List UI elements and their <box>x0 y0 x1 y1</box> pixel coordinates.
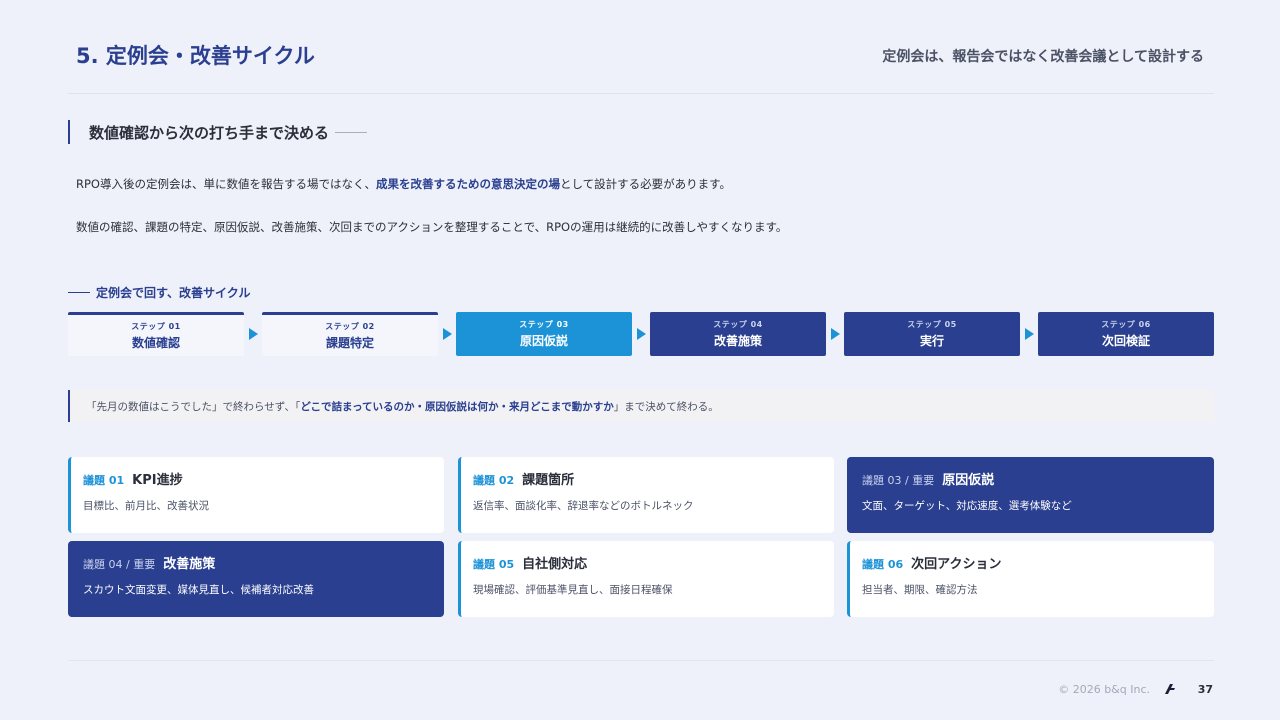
intro-p1-before: RPO導入後の定例会は、単に数値を報告する場ではなく、 <box>76 177 376 191</box>
copyright: © 2026 b&q Inc. <box>1058 683 1150 696</box>
agenda-tag: 議題 02 <box>473 474 515 487</box>
step-arrow-icon <box>443 328 452 340</box>
agenda-tag: 議題 04 / 重要 <box>83 558 156 571</box>
step-3: ステップ 03 原因仮説 <box>456 312 632 356</box>
step-1-name: 数値確認 <box>131 335 180 350</box>
agenda-card-2: 議題 02 課題箇所 返信率、面談化率、辞退率などのボトルネック <box>458 457 834 533</box>
key-note: 「先月の数値はこうでした」で終わらせず、「 どこで詰まっているのか・原因仮説は何か… <box>68 390 1214 422</box>
header: 5. 定例会・改善サイクル 定例会は、報告会ではなく改善会議として設計する <box>68 34 1214 94</box>
note-before: 「先月の数値はこうでした」で終わらせず、「 <box>86 400 301 413</box>
cycle-steps: ステップ 01 数値確認 ステップ 02 課題特定 ステップ 03 原因仮説 ス… <box>68 312 1214 356</box>
step-4-name: 改善施策 <box>713 334 762 348</box>
agenda-desc: スカウト文面変更、媒体見直し、候補者対応改善 <box>83 584 314 596</box>
step-1: ステップ 01 数値確認 <box>68 312 244 356</box>
intro-paragraph-2: 数値の確認、課題の特定、原因仮説、改善施策、次回までのアクションを整理することで… <box>76 220 788 234</box>
agenda-title: 自社側対応 <box>522 557 588 572</box>
page-number: 37 <box>1197 683 1213 696</box>
agenda-desc: 返信率、面談化率、辞退率などのボトルネック <box>473 500 694 512</box>
step-2: ステップ 02 課題特定 <box>262 312 438 356</box>
section-heading: 数値確認から次の打ち手まで決める <box>68 120 368 144</box>
agenda-title: 課題箇所 <box>522 473 575 488</box>
cycle-label-text: 定例会で回す、改善サイクル <box>96 286 251 300</box>
step-1-number: ステップ 01 <box>131 321 181 331</box>
step-3-name: 原因仮説 <box>519 334 568 348</box>
section-heading-rule <box>335 131 368 133</box>
agenda-card-5: 議題 05 自社側対応 現場確認、評価基準見直し、面接日程確保 <box>458 541 834 617</box>
page-subtitle: 定例会は、報告会ではなく改善会議として設計する <box>882 49 1204 65</box>
step-arrow-icon <box>1025 328 1034 340</box>
agenda-desc: 担当者、期限、確認方法 <box>862 584 978 596</box>
agenda-desc: 目標比、前月比、改善状況 <box>83 500 209 512</box>
step-6: ステップ 06 次回検証 <box>1038 312 1214 356</box>
agenda-card-6: 議題 06 次回アクション 担当者、期限、確認方法 <box>847 541 1214 617</box>
step-5-number: ステップ 05 <box>907 320 957 329</box>
agenda-title: KPI進捗 <box>132 473 183 488</box>
step-arrow-icon <box>637 328 646 340</box>
agenda-title: 改善施策 <box>163 557 216 572</box>
section-heading-text: 数値確認から次の打ち手まで決める <box>89 123 330 142</box>
step-5-name: 実行 <box>919 334 944 348</box>
agenda-tag: 議題 06 <box>862 558 904 571</box>
step-2-name: 課題特定 <box>325 335 374 350</box>
agenda-desc: 現場確認、評価基準見直し、面接日程確保 <box>473 584 673 596</box>
step-4-number: ステップ 04 <box>713 320 763 329</box>
page-title: 5. 定例会・改善サイクル <box>76 44 315 68</box>
agenda-tag: 議題 05 <box>473 558 515 571</box>
agenda-title: 次回アクション <box>911 557 1002 572</box>
agenda-tag: 議題 01 <box>83 474 125 487</box>
note-highlight: どこで詰まっているのか・原因仮説は何か・来月どこまで動かすか <box>300 400 614 413</box>
brand-logo-icon <box>1165 684 1175 694</box>
note-after: 」まで決めて終わる。 <box>613 400 719 413</box>
cycle-label: 定例会で回す、改善サイクル <box>68 284 250 301</box>
intro-p1-after: として設計する必要があります。 <box>559 177 731 191</box>
agenda-title: 原因仮説 <box>942 473 995 488</box>
step-5: ステップ 05 実行 <box>844 312 1020 356</box>
agenda-card-4: 議題 04 / 重要 改善施策 スカウト文面変更、媒体見直し、候補者対応改善 <box>68 541 444 617</box>
step-6-number: ステップ 06 <box>1101 320 1151 329</box>
footer-divider <box>68 660 1214 661</box>
agenda-card-3: 議題 03 / 重要 原因仮説 文面、ターゲット、対応速度、選考体験など <box>847 457 1214 533</box>
intro-p1-highlight: 成果を改善するための意思決定の場 <box>375 177 560 191</box>
agenda-desc: 文面、ターゲット、対応速度、選考体験など <box>862 500 1072 512</box>
step-3-number: ステップ 03 <box>519 320 569 329</box>
cycle-label-rule <box>68 292 90 293</box>
agenda-tag: 議題 03 / 重要 <box>862 474 935 487</box>
intro-paragraph-1: RPO導入後の定例会は、単に数値を報告する場ではなく、成果を改善するための意思決… <box>76 176 731 192</box>
step-6-name: 次回検証 <box>1101 334 1150 348</box>
step-4: ステップ 04 改善施策 <box>650 312 826 356</box>
agenda-card-1: 議題 01 KPI進捗 目標比、前月比、改善状況 <box>68 457 444 533</box>
step-arrow-icon <box>249 328 258 340</box>
step-arrow-icon <box>831 328 840 340</box>
step-2-number: ステップ 02 <box>325 321 375 331</box>
